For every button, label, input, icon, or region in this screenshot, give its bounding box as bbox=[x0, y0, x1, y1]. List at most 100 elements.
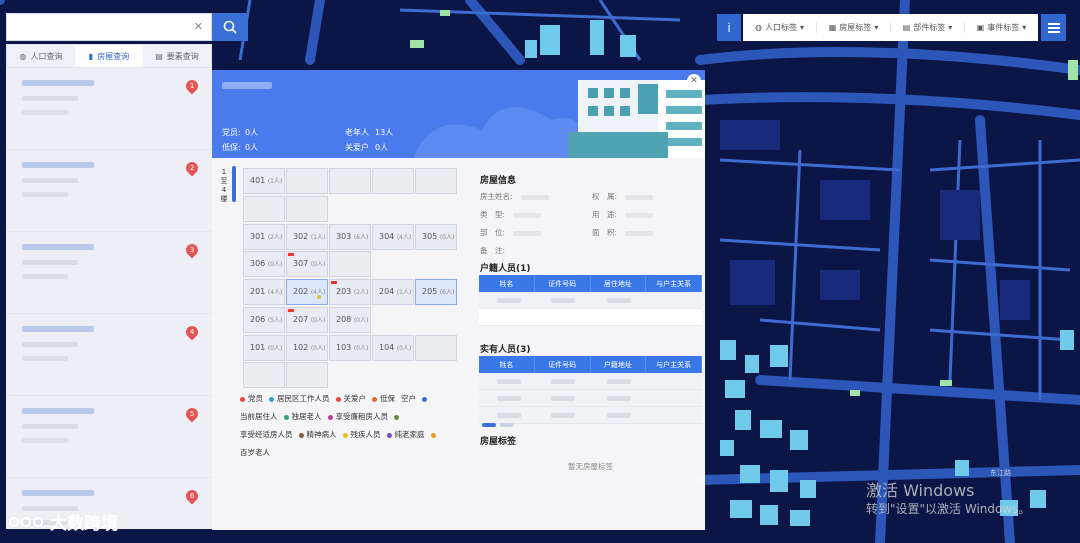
toolbar-label: 人口标签 bbox=[764, 23, 797, 32]
info-button[interactable]: i bbox=[717, 14, 741, 41]
room-cell-empty bbox=[329, 168, 371, 194]
legend-item: 关爱户 bbox=[335, 390, 367, 408]
room-cell[interactable]: 208 (0人) bbox=[329, 307, 371, 333]
pager-dot[interactable] bbox=[500, 423, 514, 427]
house-detail-panel: 党员: 0人 老年人 13人 低保: 0人 关爱户 0人 ✕ 1至4楼 401 … bbox=[212, 70, 705, 530]
column-header: 户籍地址 bbox=[591, 356, 647, 373]
legend-label: 党员 bbox=[248, 394, 263, 403]
map-road-label: 东江路 bbox=[990, 468, 1011, 477]
map-pin-icon: 1 bbox=[183, 77, 201, 95]
label-toolbar: ◍ 人口标签 ▾ ▦ 房屋标签 ▾ ▤ 部件标签 ▾ ▣ 事件标签 ▾ bbox=[743, 14, 1038, 41]
result-list: 1 2 3 4 5 6 bbox=[6, 68, 212, 529]
list-item[interactable]: 4 bbox=[6, 314, 212, 396]
room-cell[interactable]: 101 (0人) bbox=[243, 335, 285, 361]
room-cell[interactable]: 304 (4人) bbox=[372, 224, 414, 250]
search-button[interactable] bbox=[212, 13, 248, 41]
column-header: 姓名 bbox=[479, 275, 535, 292]
room-cell[interactable]: 305 (0人) bbox=[415, 224, 457, 250]
room-cell[interactable]: 203 (2人) bbox=[329, 279, 371, 305]
activation-watermark-title: 激活 Windows bbox=[866, 481, 975, 500]
legend-dot-icon bbox=[430, 432, 436, 438]
chevron-down-icon: ▾ bbox=[1022, 23, 1027, 32]
actual-table: 姓名 证件号码 户籍地址 与户主关系 bbox=[479, 356, 702, 424]
room-cell[interactable]: 307 (0人) bbox=[286, 251, 328, 277]
toolbar-population-labels[interactable]: ◍ 人口标签 ▾ bbox=[743, 22, 817, 33]
room-cell-empty bbox=[286, 196, 328, 222]
room-cell[interactable]: 303 (6人) bbox=[329, 224, 371, 250]
activation-watermark-subtitle: 转到"设置"以激活 Windows。 bbox=[866, 502, 1031, 516]
room-cell[interactable]: 201 (4人) bbox=[243, 279, 285, 305]
chevron-down-icon: ▾ bbox=[948, 23, 953, 32]
menu-button[interactable] bbox=[1041, 14, 1066, 41]
table-header: 姓名 证件号码 居住地址 与户主关系 bbox=[479, 275, 702, 292]
legend-item: 空户 bbox=[401, 390, 416, 408]
stat-care-value: 0人 bbox=[375, 143, 389, 152]
table-row[interactable] bbox=[479, 292, 702, 309]
room-cell[interactable]: 104 (0人) bbox=[372, 335, 414, 361]
room-cell-empty bbox=[415, 168, 457, 194]
field-type: 类 型: bbox=[480, 209, 542, 220]
room-cell[interactable]: 206 (5人) bbox=[243, 307, 285, 333]
legend-item: 纯老家庭 bbox=[386, 426, 425, 444]
close-button[interactable]: ✕ bbox=[687, 74, 701, 88]
legend-item: 居民区工作人员 bbox=[269, 390, 330, 408]
tab-house[interactable]: ▮ 房屋查询 bbox=[75, 45, 143, 67]
table-pager[interactable] bbox=[482, 420, 522, 427]
no-tags-text: 暂无房屋标签 bbox=[568, 462, 613, 471]
toolbar-label: 房屋标签 bbox=[839, 23, 872, 32]
table-row[interactable] bbox=[479, 373, 702, 390]
layers-icon: ▤ bbox=[155, 51, 163, 61]
clear-icon[interactable]: ✕ bbox=[194, 20, 203, 33]
toolbar-component-labels[interactable]: ▤ 部件标签 ▾ bbox=[891, 22, 965, 33]
search-icon bbox=[223, 20, 237, 34]
tags-title: 房屋标签 bbox=[480, 437, 517, 447]
info-icon: i bbox=[727, 20, 731, 35]
column-header: 姓名 bbox=[479, 356, 535, 373]
toolbar-house-labels[interactable]: ▦ 房屋标签 ▾ bbox=[817, 22, 891, 33]
room-cell-selected[interactable]: 202 (4人) bbox=[286, 279, 328, 305]
tab-element[interactable]: ▤ 要素查询 bbox=[143, 45, 211, 67]
floor-tab[interactable]: 1至4楼 bbox=[216, 166, 238, 206]
legend-label: 独居老人 bbox=[291, 412, 322, 421]
floor-tab-indicator bbox=[232, 166, 236, 202]
hamburger-icon bbox=[1047, 22, 1060, 33]
legend-label: 精神病人 bbox=[306, 430, 337, 439]
stat-lowinc-value: 0人 bbox=[245, 143, 259, 152]
room-cell-empty bbox=[415, 335, 457, 361]
list-item[interactable]: 3 bbox=[6, 232, 212, 314]
room-cell[interactable]: 204 (1人) bbox=[372, 279, 414, 305]
legend-label: 关爱户 bbox=[343, 394, 367, 403]
room-cell-empty bbox=[243, 362, 285, 388]
column-header: 与户主关系 bbox=[646, 275, 702, 292]
room-cell[interactable]: 205 (6人) bbox=[415, 279, 457, 305]
table-row[interactable] bbox=[479, 390, 702, 407]
room-cell[interactable]: 301 (2人) bbox=[243, 224, 285, 250]
toolbar-event-labels[interactable]: ▣ 事件标签 ▾ bbox=[965, 22, 1038, 33]
pager-dot-active[interactable] bbox=[482, 423, 496, 427]
component-icon: ▤ bbox=[902, 23, 911, 32]
list-item[interactable]: 5 bbox=[6, 396, 212, 478]
room-cell[interactable]: 103 (0人) bbox=[329, 335, 371, 361]
list-item[interactable]: 1 bbox=[6, 68, 212, 150]
room-cell-empty bbox=[329, 251, 371, 277]
people-icon: ◍ bbox=[755, 23, 762, 32]
room-cell[interactable]: 207 (0人) bbox=[286, 307, 328, 333]
room-cell[interactable]: 102 (0人) bbox=[286, 335, 328, 361]
tab-population[interactable]: ◍ 人口查询 bbox=[7, 45, 75, 67]
room-cell[interactable]: 306 (0人) bbox=[243, 251, 285, 277]
stat-party-value: 0人 bbox=[245, 128, 259, 137]
room-cell[interactable]: 302 (1人) bbox=[286, 224, 328, 250]
search-input[interactable] bbox=[7, 14, 187, 40]
room-cell[interactable]: 401 (1人) bbox=[243, 168, 285, 194]
list-item[interactable]: 2 bbox=[6, 150, 212, 232]
room-cell-empty bbox=[286, 168, 328, 194]
floor-tab-label: 1至4楼 bbox=[220, 168, 228, 203]
legend-item bbox=[422, 390, 430, 408]
query-tabs: ◍ 人口查询 ▮ 房屋查询 ▤ 要素查询 bbox=[6, 44, 212, 68]
house-info-title: 房屋信息 bbox=[480, 176, 517, 186]
map-pin-icon: 3 bbox=[183, 241, 201, 259]
chevron-down-icon: ▾ bbox=[799, 23, 804, 32]
legend-dot-icon bbox=[386, 432, 392, 438]
room-cell-empty bbox=[372, 168, 414, 194]
tab-label: 要素查询 bbox=[166, 51, 199, 61]
